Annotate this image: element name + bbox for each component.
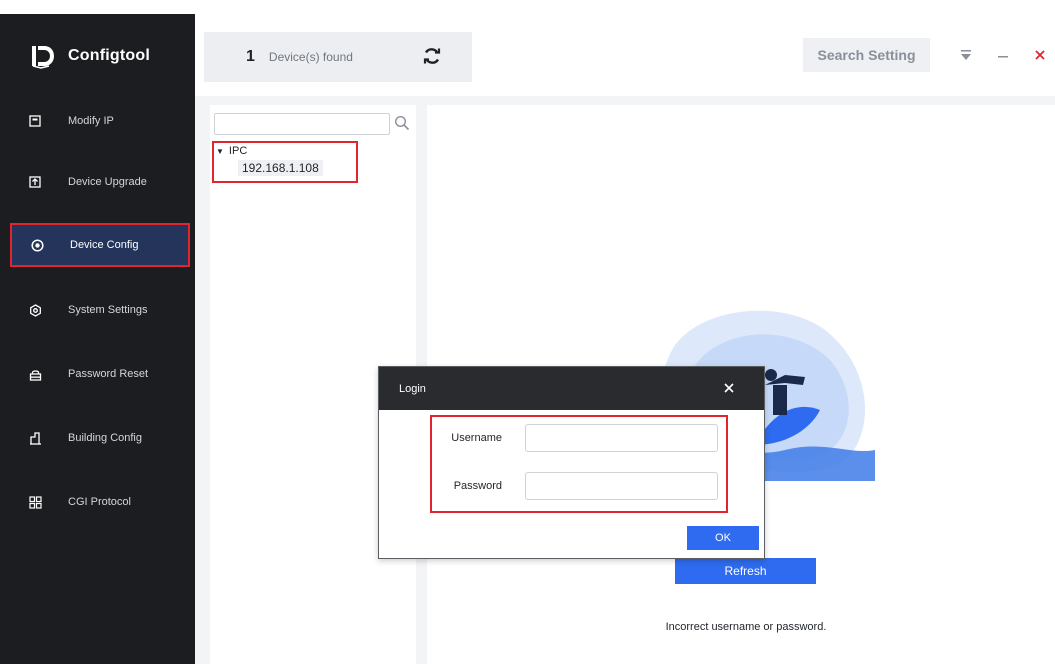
device-upgrade-icon [28,175,42,189]
device-search-input[interactable] [214,113,390,135]
login-dialog: Login Username Password OK [378,366,765,559]
sidebar-item-label: Device Upgrade [68,176,147,188]
cgi-protocol-icon [28,495,42,509]
sidebar-item-label: Building Config [68,432,142,444]
username-row: Username [379,424,764,454]
password-row: Password [379,472,764,502]
device-count: 1 [246,48,255,65]
modify-ip-icon [28,114,42,128]
sidebar-item-modify-ip[interactable]: Modify IP [10,99,190,143]
minimize-icon[interactable] [992,42,1014,68]
sidebar: Configtool Modify IP Device Upgrade Devi… [0,0,195,664]
password-field[interactable] [525,472,718,500]
sidebar-item-label: Password Reset [68,368,149,380]
tree-device-item[interactable]: 192.168.1.108 [238,160,323,176]
sidebar-item-device-upgrade[interactable]: Device Upgrade [10,160,190,204]
app-title: Configtool [68,47,150,64]
building-config-icon [28,431,42,445]
password-reset-icon [28,367,42,381]
sidebar-item-cgi-protocol[interactable]: CGI Protocol [10,480,190,524]
error-message: Incorrect username or password. [665,621,827,633]
sidebar-item-system-settings[interactable]: System Settings [10,288,190,332]
app-logo: Configtool [28,38,150,74]
sidebar-item-label: System Settings [68,304,148,316]
devices-found-panel: 1 Device(s) found [204,32,472,82]
configtool-window: Configtool Modify IP Device Upgrade Devi… [0,0,1055,664]
menu-dropdown-icon[interactable] [955,42,977,68]
sidebar-item-building-config[interactable]: Building Config [10,416,190,460]
search-icon[interactable] [394,115,412,133]
refresh-icon[interactable] [422,46,444,68]
username-field[interactable] [525,424,718,452]
refresh-button[interactable]: Refresh [675,558,816,584]
password-label: Password [453,480,502,492]
system-settings-icon [28,303,42,317]
tree-group-label: IPC [228,145,248,157]
caret-down-icon: ▼ [216,146,224,156]
dialog-close-icon[interactable] [720,379,738,397]
username-label: Username [451,432,502,444]
sidebar-item-label: CGI Protocol [68,496,131,508]
login-dialog-header: Login [379,367,764,410]
sidebar-item-device-config[interactable]: Device Config [10,223,190,267]
login-dialog-title: Login [399,382,426,395]
device-config-icon [30,238,44,252]
device-count-label: Device(s) found [268,50,353,64]
sidebar-item-label: Device Config [70,239,139,251]
sidebar-item-password-reset[interactable]: Password Reset [10,352,190,396]
close-icon[interactable] [1029,42,1051,68]
configtool-logo-icon [28,41,58,71]
search-setting-button[interactable]: Search Setting [803,38,930,72]
ok-button[interactable]: OK [687,526,759,550]
sidebar-item-label: Modify IP [68,115,114,127]
tree-group-ipc[interactable]: ▼ IPC [216,145,247,157]
